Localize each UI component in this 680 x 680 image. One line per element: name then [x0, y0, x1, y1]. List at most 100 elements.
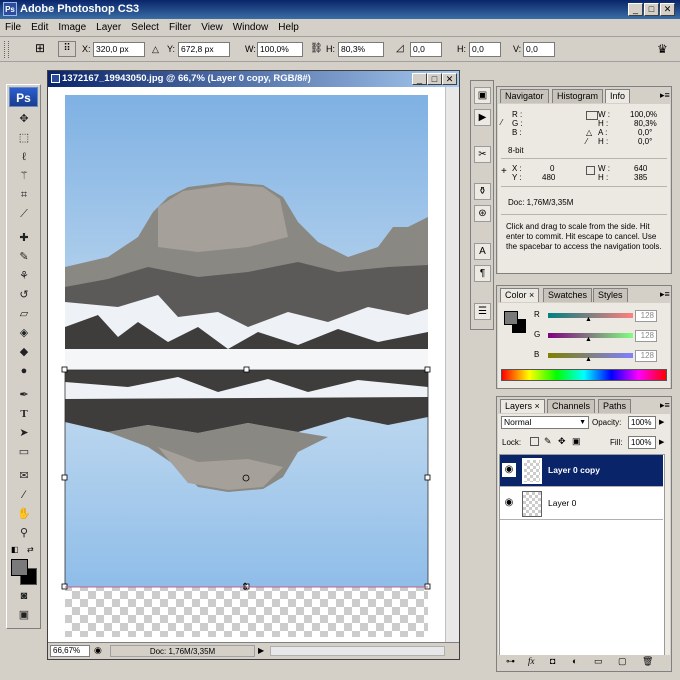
opacity-field[interactable]: 100% [628, 416, 656, 429]
delta-icon[interactable]: △ [152, 44, 159, 55]
menu-filter[interactable]: Filter [164, 19, 196, 36]
marquee-tool-icon[interactable]: ⬚ [13, 130, 35, 147]
foreground-color-swatch[interactable] [11, 559, 28, 576]
blend-mode-select[interactable]: Normal ▼ [501, 416, 589, 429]
fill-arrow-icon[interactable]: ▶ [659, 438, 664, 446]
swap-colors-icon[interactable]: ⇄ [27, 545, 34, 554]
x-field[interactable]: 320,0 px [93, 42, 145, 57]
ps-logo-button[interactable]: Ps [9, 87, 38, 107]
eraser-tool-icon[interactable]: ▱ [13, 306, 35, 323]
menu-window[interactable]: Window [228, 19, 274, 36]
trash-icon[interactable]: 🗑 [642, 656, 653, 667]
menu-view[interactable]: View [196, 19, 228, 36]
canvas-area[interactable]: ⇕ [48, 87, 445, 642]
eyedropper-tool-icon[interactable]: ⁄ [13, 487, 35, 504]
doc-close-button[interactable]: ✕ [442, 73, 457, 85]
color-spectrum-ramp[interactable] [501, 369, 667, 381]
zoom-tool-icon[interactable]: ⚲ [13, 525, 35, 542]
layer-style-icon[interactable]: fx [528, 656, 535, 666]
brushes-panel-icon[interactable]: ⚱ [474, 183, 491, 200]
blur-tool-icon[interactable]: ◆ [13, 344, 35, 361]
new-layer-icon[interactable]: ▢ [618, 656, 627, 667]
tab-histogram[interactable]: Histogram [552, 89, 604, 103]
paragraph-panel-icon[interactable]: ¶ [474, 265, 491, 282]
layer-name[interactable]: Layer 0 [548, 498, 576, 508]
status-menu-icon[interactable]: ◉ [94, 645, 102, 656]
green-value-field[interactable]: 128 [635, 330, 657, 342]
tab-channels[interactable]: Channels [547, 399, 596, 413]
tab-color[interactable]: Color × [500, 288, 540, 302]
hand-tool-icon[interactable]: ✋ [13, 506, 35, 523]
crop-tool-icon[interactable]: ⌗ [13, 187, 35, 204]
green-slider-thumb[interactable]: ▲ [585, 336, 592, 343]
y-field[interactable]: 672,8 px [178, 42, 230, 57]
pen-tool-icon[interactable]: ✒ [13, 387, 35, 404]
tab-swatches[interactable]: Swatches [543, 288, 593, 302]
tab-paths[interactable]: Paths [598, 399, 632, 413]
shape-tool-icon[interactable]: ▭ [13, 444, 35, 461]
color-fg-swatch[interactable] [504, 311, 518, 325]
red-slider-thumb[interactable]: ▲ [585, 316, 592, 323]
eye-icon[interactable]: ◉ [502, 463, 516, 477]
screen-mode-icon[interactable]: ▣ [13, 607, 35, 624]
height-field[interactable]: 80,3% [338, 42, 384, 57]
actions-panel-icon[interactable]: ▶ [474, 109, 491, 126]
lock-all-icon[interactable]: ▣ [572, 436, 581, 447]
menu-help[interactable]: Help [273, 19, 304, 36]
tab-navigator[interactable]: Navigator [500, 89, 549, 103]
width-field[interactable]: 100,0% [257, 42, 303, 57]
menu-select[interactable]: Select [126, 19, 164, 36]
path-selection-icon[interactable]: ➤ [13, 425, 35, 442]
menu-layer[interactable]: Layer [91, 19, 126, 36]
layers-panel-menu-icon[interactable]: ▸≡ [660, 400, 670, 411]
fill-field[interactable]: 100% [628, 436, 656, 449]
doc-minimize-button[interactable]: _ [412, 73, 427, 85]
history-brush-icon[interactable]: ↺ [13, 287, 35, 304]
lock-pixels-icon[interactable]: ✎ [544, 436, 552, 447]
brush-tool-icon[interactable]: ✎ [13, 249, 35, 266]
doc-maximize-button[interactable]: □ [427, 73, 442, 85]
clone-source-icon[interactable]: ⊛ [474, 205, 491, 222]
blue-value-field[interactable]: 128 [635, 350, 657, 362]
red-value-field[interactable]: 128 [635, 310, 657, 322]
close-button[interactable]: ✕ [660, 3, 675, 16]
magic-wand-tool-icon[interactable]: ⚚ [13, 168, 35, 185]
layer-name[interactable]: Layer 0 copy [548, 465, 600, 475]
workspace-icon[interactable]: ♛ [657, 42, 668, 56]
slice-tool-icon[interactable]: ⟋ [13, 206, 35, 223]
layer-row-layer-0[interactable]: ◉ Layer 0 [500, 488, 663, 520]
lock-position-icon[interactable]: ✥ [558, 436, 566, 447]
vertical-scrollbar[interactable] [445, 87, 459, 642]
layer-comps-icon[interactable]: ☰ [474, 303, 491, 320]
color-panel-menu-icon[interactable]: ▸≡ [660, 289, 670, 300]
link-layers-icon[interactable]: ⊶ [506, 656, 515, 667]
character-panel-icon[interactable]: A [474, 243, 491, 260]
healing-brush-icon[interactable]: ✚ [13, 230, 35, 247]
lasso-tool-icon[interactable]: ℓ [13, 149, 35, 166]
notes-tool-icon[interactable]: ✉ [13, 468, 35, 485]
angle-field[interactable]: 0,0 [410, 42, 442, 57]
adjustment-layer-icon[interactable]: ◐ [572, 656, 577, 666]
menu-file[interactable]: File [0, 19, 26, 36]
opacity-arrow-icon[interactable]: ▶ [659, 418, 664, 426]
status-arrow-icon[interactable]: ▶ [258, 646, 264, 655]
default-colors-icon[interactable]: ◧ [11, 545, 19, 554]
hskew-field[interactable]: 0,0 [469, 42, 501, 57]
history-panel-icon[interactable]: ▣ [474, 87, 491, 104]
layer-row-layer-0-copy[interactable]: ◉ Layer 0 copy [500, 455, 663, 487]
tab-layers[interactable]: Layers × [500, 399, 545, 413]
blue-slider-thumb[interactable]: ▲ [585, 356, 592, 363]
tab-styles[interactable]: Styles [593, 288, 628, 302]
eye-icon[interactable]: ◉ [502, 496, 516, 510]
transform-tool-icon[interactable]: ⊞ [35, 41, 49, 55]
tool-presets-icon[interactable]: ✂ [474, 146, 491, 163]
link-icon[interactable]: ⛓ [310, 43, 323, 54]
quick-mask-icon[interactable]: ◙ [13, 588, 35, 605]
dodge-tool-icon[interactable]: ● [13, 363, 35, 380]
reference-point-icon[interactable]: ⠿ [58, 41, 76, 57]
new-group-icon[interactable]: ▭ [594, 656, 603, 667]
horizontal-scrollbar[interactable] [270, 646, 445, 656]
menu-edit[interactable]: Edit [26, 19, 53, 36]
vskew-field[interactable]: 0,0 [523, 42, 555, 57]
move-tool-icon[interactable]: ✥ [13, 111, 35, 128]
